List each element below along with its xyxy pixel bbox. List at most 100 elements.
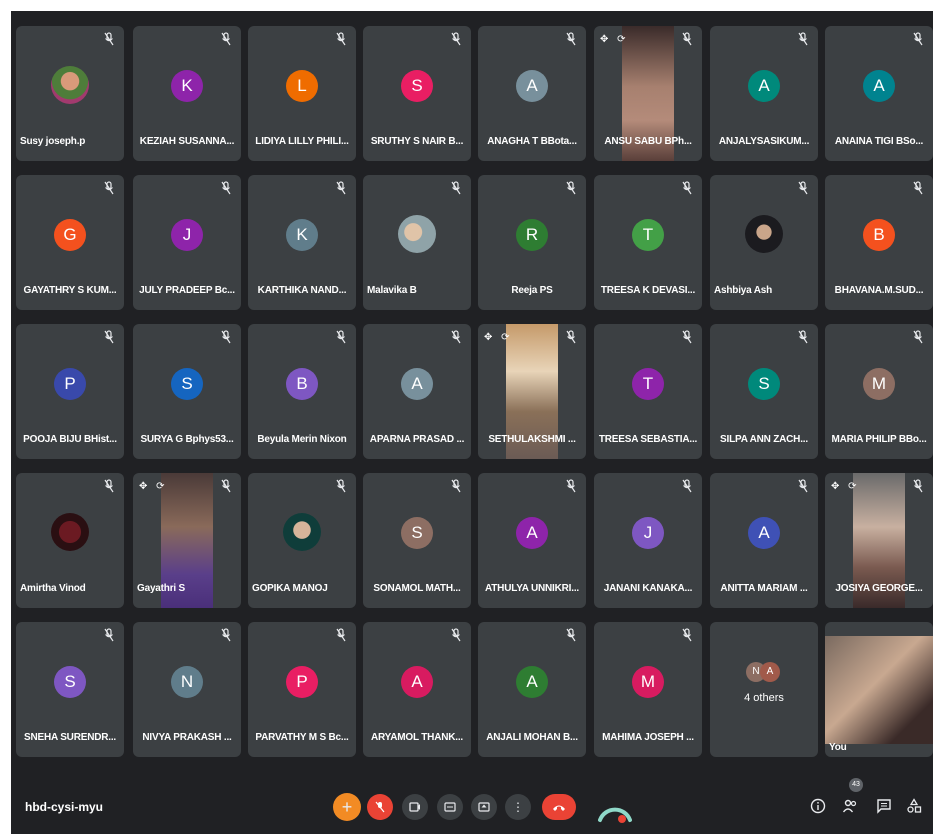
participant-tile[interactable]: M MARIA PHILIP BBo... bbox=[825, 324, 933, 459]
participant-name: BHAVANA.M.SUD... bbox=[834, 285, 924, 296]
participant-name: NIVYA PRAKASH ... bbox=[142, 732, 232, 743]
participant-name: GAYATHRY S KUM... bbox=[23, 285, 117, 296]
pin-icon[interactable]: ✥ ⟳ bbox=[600, 34, 629, 45]
participant-tile[interactable]: Amirtha Vinod bbox=[16, 473, 124, 608]
participant-tile[interactable]: A ARYAMOL THANK... bbox=[363, 622, 471, 757]
participant-tile[interactable]: ✥ ⟳ SETHULAKSHMI ... bbox=[478, 324, 586, 459]
mic-off-icon bbox=[375, 801, 385, 813]
info-icon[interactable] bbox=[809, 798, 827, 816]
participant-tile[interactable]: Susy joseph.p bbox=[16, 26, 124, 161]
pin-icon[interactable]: ✥ ⟳ bbox=[139, 481, 168, 492]
participant-tile[interactable]: ✥ ⟳ ANSU SABU BPh... bbox=[594, 26, 702, 161]
avatar: S bbox=[748, 368, 780, 400]
participant-name: GOPIKA MANOJ bbox=[252, 583, 328, 594]
activities-icon[interactable] bbox=[905, 798, 923, 816]
participant-tile[interactable]: S SILPA ANN ZACH... bbox=[710, 324, 818, 459]
participant-tile[interactable]: T TREESA K DEVASI... bbox=[594, 175, 702, 310]
participant-tile[interactable]: B BHAVANA.M.SUD... bbox=[825, 175, 933, 310]
mic-muted-icon bbox=[566, 628, 578, 642]
participant-tile[interactable]: N NIVYA PRAKASH ... bbox=[133, 622, 241, 757]
avatar bbox=[745, 215, 783, 253]
mic-muted-icon bbox=[221, 181, 233, 195]
participant-name: Malavika B bbox=[367, 285, 417, 296]
avatar: S bbox=[401, 517, 433, 549]
participant-tile[interactable]: S SRUTHY S NAIR B... bbox=[363, 26, 471, 161]
avatar: K bbox=[171, 70, 203, 102]
camera-button[interactable] bbox=[402, 794, 428, 820]
avatar: A bbox=[748, 70, 780, 102]
participant-name: MARIA PHILIP BBo... bbox=[831, 434, 927, 445]
participant-tile[interactable]: A ANJALYSASIKUM... bbox=[710, 26, 818, 161]
captions-button[interactable] bbox=[437, 794, 463, 820]
phone-hangup-icon bbox=[553, 805, 565, 811]
people-icon[interactable] bbox=[841, 798, 859, 816]
more-options-button[interactable]: ⋮ bbox=[505, 794, 531, 820]
participant-tile[interactable]: P POOJA BIJU BHist... bbox=[16, 324, 124, 459]
self-view-tile[interactable]: You bbox=[825, 622, 933, 757]
participant-tile[interactable]: M MAHIMA JOSEPH ... bbox=[594, 622, 702, 757]
participant-tile[interactable]: A ANJALI MOHAN B... bbox=[478, 622, 586, 757]
more-vert-icon: ⋮ bbox=[512, 800, 524, 814]
mic-muted-icon bbox=[566, 330, 578, 344]
participant-tile[interactable]: G GAYATHRY S KUM... bbox=[16, 175, 124, 310]
mic-muted-icon bbox=[913, 181, 925, 195]
participant-tile[interactable]: S SONAMOL MATH... bbox=[363, 473, 471, 608]
participant-tile[interactable]: GOPIKA MANOJ bbox=[248, 473, 356, 608]
participant-name: ANAGHA T BBota... bbox=[487, 136, 577, 147]
mic-muted-icon bbox=[682, 330, 694, 344]
participant-tile[interactable]: Malavika B bbox=[363, 175, 471, 310]
participant-tile[interactable]: A APARNA PRASAD ... bbox=[363, 324, 471, 459]
participant-name: Susy joseph.p bbox=[20, 136, 86, 147]
mic-muted-icon bbox=[566, 479, 578, 493]
participant-name: SNEHA SURENDR... bbox=[24, 732, 116, 743]
present-button[interactable] bbox=[471, 794, 497, 820]
avatar: A bbox=[401, 666, 433, 698]
participant-tile[interactable]: P PARVATHY M S Bc... bbox=[248, 622, 356, 757]
participant-tile[interactable]: A ANITTA MARIAM ... bbox=[710, 473, 818, 608]
participant-tile[interactable]: S SURYA G Bphys53... bbox=[133, 324, 241, 459]
mic-muted-icon bbox=[913, 330, 925, 344]
participant-tile[interactable]: T TREESA SEBASTIA... bbox=[594, 324, 702, 459]
avatar: S bbox=[171, 368, 203, 400]
participant-tile[interactable]: ✥ ⟳ Gayathri S bbox=[133, 473, 241, 608]
participant-tile[interactable]: A ANAGHA T BBota... bbox=[478, 26, 586, 161]
mic-muted-icon bbox=[566, 32, 578, 46]
participant-tile[interactable]: A ANAINA TIGI BSo... bbox=[825, 26, 933, 161]
mic-muted-icon bbox=[336, 181, 348, 195]
mic-muted-icon bbox=[336, 628, 348, 642]
participant-tile[interactable]: L LIDIYA LILLY PHILI... bbox=[248, 26, 356, 161]
participant-tile[interactable]: J JANANI KANAKA... bbox=[594, 473, 702, 608]
participant-tile[interactable]: A ATHULYA UNNIKRI... bbox=[478, 473, 586, 608]
participant-name: ATHULYA UNNIKRI... bbox=[484, 583, 579, 594]
participant-tile[interactable]: ✥ ⟳ JOSIYA GEORGE... bbox=[825, 473, 933, 608]
pin-icon[interactable]: ✥ ⟳ bbox=[831, 481, 860, 492]
participant-name: ANJALI MOHAN B... bbox=[486, 732, 578, 743]
avatar: K bbox=[286, 219, 318, 251]
participant-name: ANAINA TIGI BSo... bbox=[834, 136, 924, 147]
participant-name: JANANI KANAKA... bbox=[603, 583, 693, 594]
participant-tile[interactable]: K KARTHIKA NAND... bbox=[248, 175, 356, 310]
participant-name: KEZIAH SUSANNA... bbox=[139, 136, 235, 147]
participant-tile[interactable]: B Beyula Merin Nixon bbox=[248, 324, 356, 459]
raise-hand-button[interactable]: + bbox=[333, 793, 361, 821]
mic-muted-icon bbox=[451, 479, 463, 493]
mic-muted-icon bbox=[682, 181, 694, 195]
pin-icon[interactable]: ✥ ⟳ bbox=[484, 332, 513, 343]
mic-muted-icon bbox=[451, 181, 463, 195]
participant-tile[interactable]: S SNEHA SURENDR... bbox=[16, 622, 124, 757]
avatar bbox=[283, 513, 321, 551]
mic-muted-icon bbox=[682, 32, 694, 46]
chat-icon[interactable] bbox=[875, 798, 893, 816]
avatar: J bbox=[171, 219, 203, 251]
mic-toggle-button[interactable] bbox=[367, 794, 393, 820]
participant-tile[interactable]: R Reeja PS bbox=[478, 175, 586, 310]
participant-tile[interactable]: K KEZIAH SUSANNA... bbox=[133, 26, 241, 161]
avatar: A bbox=[748, 517, 780, 549]
mic-muted-icon bbox=[221, 32, 233, 46]
participant-name: MAHIMA JOSEPH ... bbox=[602, 732, 694, 743]
leave-call-button[interactable] bbox=[542, 794, 576, 820]
participant-tile[interactable]: J JULY PRADEEP Bc... bbox=[133, 175, 241, 310]
participant-tile[interactable]: Ashbiya Ash bbox=[710, 175, 818, 310]
mic-muted-icon bbox=[221, 479, 233, 493]
participant-tile[interactable]: NA 4 others bbox=[710, 622, 818, 757]
